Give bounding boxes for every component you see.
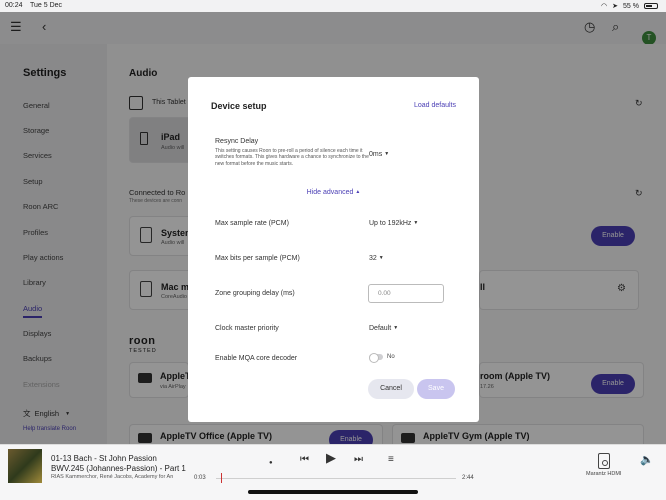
zone-grouping-delay-input[interactable]: 0.00: [368, 284, 444, 303]
status-bar: 00:24 Tue 5 Dec ◠ ➤ 55 %: [0, 0, 666, 12]
home-indicator: [248, 490, 418, 494]
cancel-button[interactable]: Cancel: [368, 379, 414, 399]
wifi-icon: ◠: [601, 3, 608, 10]
hide-advanced-toggle[interactable]: Hide advanced ▲: [188, 189, 479, 196]
caret-down-icon: ▼: [378, 255, 384, 262]
location-icon: ➤: [612, 3, 619, 10]
zone-grouping-delay-label: Zone grouping delay (ms): [215, 290, 295, 297]
volume-icon[interactable]: 🔈: [640, 453, 654, 466]
resync-delay-value: 0ms: [369, 151, 383, 158]
save-button[interactable]: Save: [417, 379, 455, 399]
caret-down-icon: ▼: [384, 151, 390, 158]
status-date: Tue 5 Dec: [30, 2, 63, 9]
max-sample-rate-value: Up to 192kHz: [369, 220, 412, 227]
track-artists[interactable]: RIAS Kammerchor, René Jacobs, Academy fo…: [51, 474, 201, 480]
max-bits-label: Max bits per sample (PCM): [215, 255, 300, 262]
play-icon[interactable]: ▶: [326, 451, 336, 464]
zone-name[interactable]: Marantz HDMI: [586, 471, 621, 477]
hide-advanced-label: Hide advanced: [306, 189, 354, 196]
max-sample-rate-label: Max sample rate (PCM): [215, 220, 289, 227]
load-defaults-link[interactable]: Load defaults: [414, 102, 456, 109]
max-bits-value: 32: [369, 255, 377, 262]
caret-down-icon: ▼: [393, 325, 399, 332]
progress-bar[interactable]: [216, 473, 456, 483]
queue-icon[interactable]: ≡: [388, 454, 394, 466]
resync-delay-label: Resync Delay: [215, 138, 259, 145]
mqa-decoder-toggle[interactable]: [369, 353, 383, 363]
max-sample-rate-select[interactable]: Up to 192kHz ▼: [369, 220, 418, 227]
speaker-icon[interactable]: [598, 453, 610, 469]
battery-percent: 55 %: [623, 2, 639, 10]
max-bits-select[interactable]: 32 ▼: [369, 255, 384, 262]
status-right: ◠ ➤ 55 %: [601, 2, 658, 10]
clock-master-label: Clock master priority: [215, 325, 279, 332]
mqa-decoder-label: Enable MQA core decoder: [215, 355, 298, 362]
previous-icon[interactable]: ⏮: [300, 454, 309, 466]
track-title-line1[interactable]: 01-13 Bach - St John Passion: [51, 454, 157, 463]
device-setup-dialog: Device setup Load defaults Resync Delay …: [188, 77, 479, 422]
resync-delay-description: This setting causes Roon to pre-roll a p…: [215, 148, 369, 167]
elapsed-time: 0:03: [194, 475, 206, 481]
clock-master-value: Default: [369, 325, 392, 332]
next-icon[interactable]: ⏭: [354, 454, 363, 466]
clock-master-select[interactable]: Default ▼: [369, 325, 398, 332]
duration-time: 2:44: [462, 475, 474, 481]
album-art[interactable]: [8, 449, 42, 483]
resync-delay-select[interactable]: 0ms ▼: [369, 151, 389, 158]
status-time: 00:24: [5, 2, 23, 9]
caret-up-icon: ▲: [355, 189, 361, 196]
caret-down-icon: ▼: [413, 220, 419, 227]
mqa-decoder-value: No: [387, 354, 395, 360]
battery-icon: [644, 3, 658, 9]
progress-head[interactable]: [220, 473, 222, 483]
track-title-line2[interactable]: BWV.245 (Johannes-Passion) - Part 1: [51, 464, 186, 473]
dialog-title: Device setup: [211, 101, 267, 111]
radio-dot-icon[interactable]: ●: [269, 457, 273, 469]
